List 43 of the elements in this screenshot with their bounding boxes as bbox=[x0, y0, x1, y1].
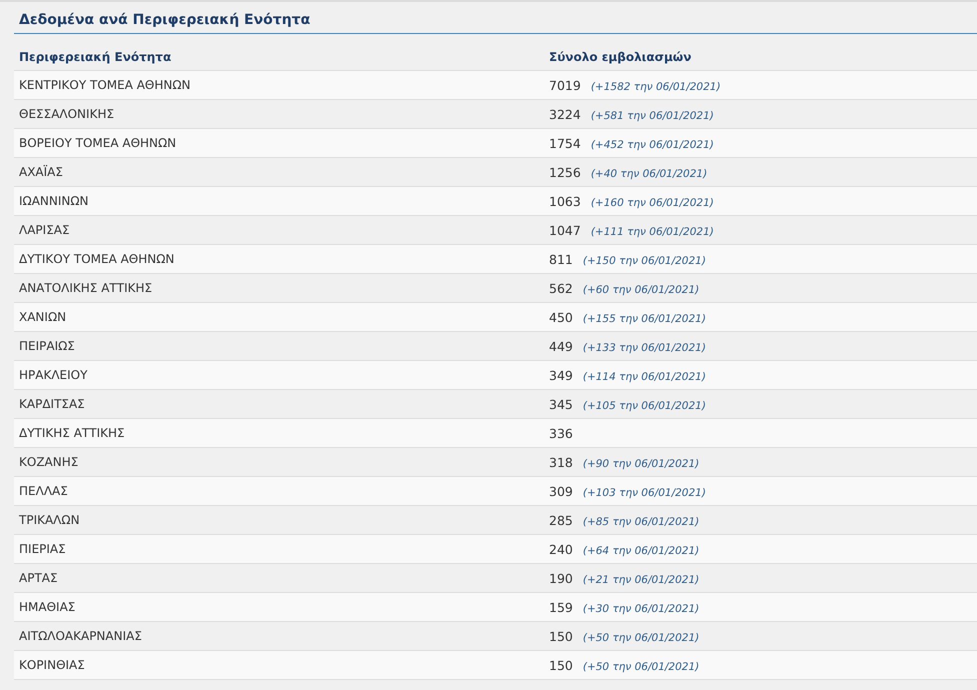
total-value: 336 bbox=[549, 426, 573, 440]
total-value: 7019 bbox=[549, 78, 581, 92]
daily-change: (+60 την 06/01/2021) bbox=[582, 284, 700, 296]
total-value: 562 bbox=[549, 280, 573, 296]
total-value: 240 bbox=[549, 542, 573, 556]
total-value: 449 bbox=[549, 338, 573, 354]
daily-change: (+105 την 06/01/2021) bbox=[582, 400, 706, 412]
daily-change: (+30 την 06/01/2021) bbox=[582, 602, 700, 614]
daily-change: (+160 την 06/01/2021) bbox=[590, 196, 714, 208]
total-value: 309 bbox=[549, 484, 573, 498]
total-value: 190 bbox=[549, 570, 573, 586]
total-value: 811 bbox=[549, 252, 573, 266]
daily-change: (+150 την 06/01/2021) bbox=[582, 254, 706, 266]
daily-change: (+111 την 06/01/2021) bbox=[590, 226, 714, 238]
daily-change: (+85 την 06/01/2021) bbox=[582, 516, 700, 528]
daily-change: (+21 την 06/01/2021) bbox=[582, 574, 700, 586]
daily-change: (+452 την 06/01/2021) bbox=[590, 138, 714, 150]
daily-change: (+133 την 06/01/2021) bbox=[582, 342, 706, 354]
daily-change: (+114 την 06/01/2021) bbox=[582, 370, 706, 382]
daily-change: (+103 την 06/01/2021) bbox=[582, 486, 706, 498]
daily-change: (+155 την 06/01/2021) bbox=[582, 312, 706, 324]
total-value: 345 bbox=[549, 396, 573, 412]
region-cell: ΚΟΡΙΝΘΙΑΣ bbox=[14, 650, 544, 680]
daily-change: (+50 την 06/01/2021) bbox=[582, 632, 700, 644]
total-value: 318 bbox=[549, 454, 573, 470]
daily-change: (+90 την 06/01/2021) bbox=[582, 458, 700, 470]
daily-change: (+581 την 06/01/2021) bbox=[590, 110, 714, 122]
total-value: 1754 bbox=[549, 136, 581, 150]
section-title: Δεδομένα ανά Περιφερειακή Ενότητα bbox=[14, 10, 977, 34]
total-value: 349 bbox=[549, 368, 573, 382]
total-value: 1047 bbox=[549, 222, 581, 238]
total-value: 150 bbox=[549, 628, 573, 644]
total-value: 450 bbox=[549, 310, 573, 324]
total-value: 150 bbox=[549, 658, 573, 672]
total-value: 1063 bbox=[549, 194, 581, 208]
total-value: 1256 bbox=[549, 164, 581, 180]
daily-change: (+50 την 06/01/2021) bbox=[582, 660, 700, 672]
total-value: 285 bbox=[549, 512, 573, 528]
daily-change: (+64 την 06/01/2021) bbox=[582, 544, 700, 556]
total-value: 3224 bbox=[549, 106, 581, 122]
daily-change: (+40 την 06/01/2021) bbox=[590, 168, 708, 180]
total-value: 159 bbox=[549, 600, 573, 614]
daily-change: (+1582 την 06/01/2021) bbox=[590, 80, 721, 92]
